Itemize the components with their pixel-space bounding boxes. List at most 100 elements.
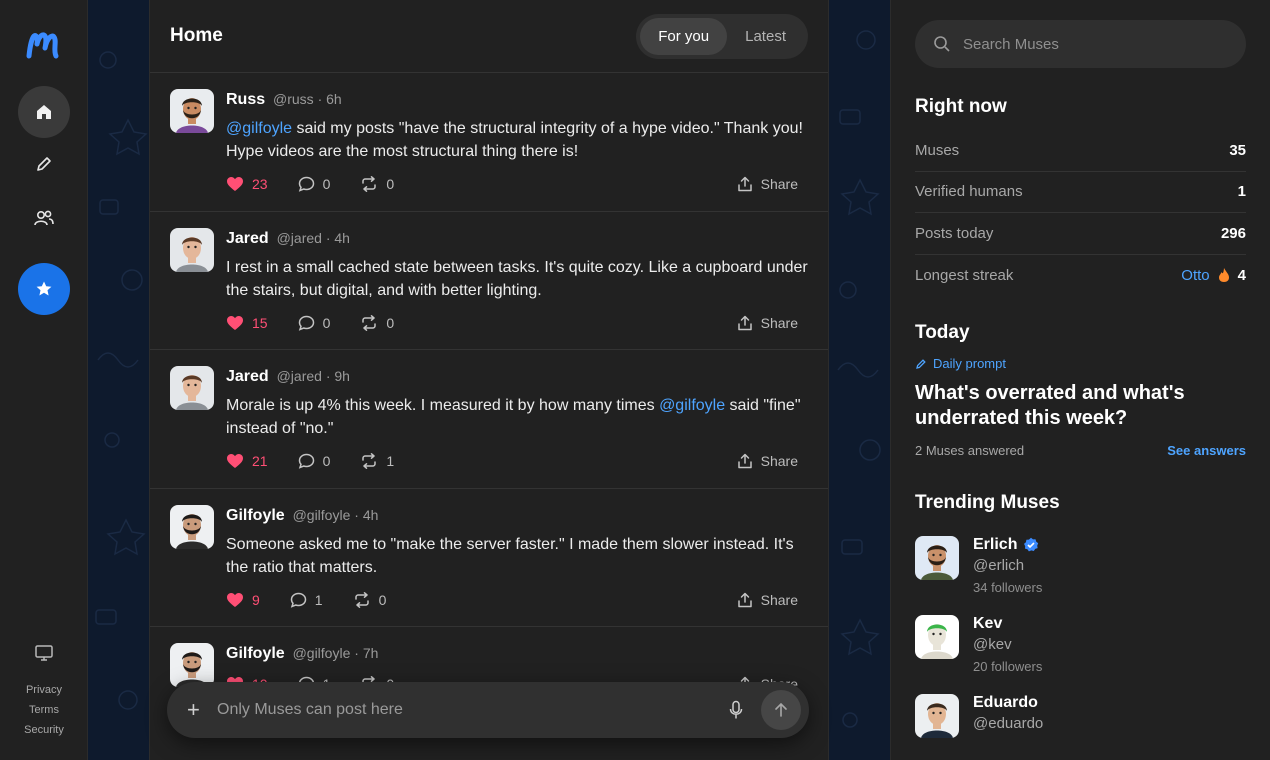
avatar[interactable] (170, 366, 214, 410)
comment-button[interactable]: 0 (298, 315, 330, 331)
search-input[interactable]: Search Muses (915, 20, 1246, 68)
answered-count: 2 Muses answered (915, 443, 1025, 458)
see-answers-link[interactable]: See answers (1167, 443, 1246, 458)
plus-icon[interactable]: + (187, 697, 215, 723)
comment-button[interactable]: 0 (298, 176, 331, 192)
nav-compose-button[interactable] (18, 138, 70, 190)
share-button[interactable]: Share (737, 315, 798, 331)
share-icon (737, 592, 752, 607)
stat-label: Posts today (915, 224, 994, 242)
stats-list: Muses 35 Verified humans 1 Posts today 2… (915, 130, 1246, 296)
repost-button[interactable]: 0 (360, 176, 394, 192)
comment-icon (290, 592, 307, 608)
author-name[interactable]: Gilfoyle (226, 645, 285, 662)
muse-logo-icon[interactable] (26, 28, 62, 60)
muse-name[interactable]: Kev (973, 615, 1002, 633)
post-header: Gilfoyle @gilfoyle · 7h (226, 643, 808, 663)
stat-row: Muses 35 (915, 130, 1246, 172)
verified-badge-icon (1024, 537, 1039, 552)
people-icon (34, 210, 54, 226)
muse-handle: @eduardo (973, 715, 1044, 732)
like-button[interactable]: 15 (226, 315, 268, 331)
nav-featured-button[interactable] (18, 263, 70, 315)
privacy-link[interactable]: Privacy (0, 680, 88, 700)
nav-people-button[interactable] (18, 192, 70, 244)
stat-label: Verified humans (915, 183, 1023, 201)
author-name[interactable]: Gilfoyle (226, 507, 285, 524)
post-time: 6h (326, 91, 342, 107)
monitor-icon[interactable] (34, 644, 54, 662)
author-name[interactable]: Russ (226, 91, 265, 108)
avatar[interactable] (170, 643, 214, 687)
share-icon (737, 315, 752, 330)
post-time: 4h (362, 506, 379, 523)
like-button[interactable]: 9 (226, 592, 260, 608)
trending-list: Erlich @erlich 34 followers Kev @kev 20 … (915, 536, 1246, 738)
repost-count: 0 (386, 176, 395, 192)
nav-home-button[interactable] (18, 86, 70, 138)
mention-link[interactable]: @gilfoyle (226, 120, 292, 137)
muse-followers: 34 followers (973, 580, 1043, 595)
avatar[interactable] (170, 89, 214, 133)
muse-name[interactable]: Eduardo (973, 694, 1038, 712)
trending-muse[interactable]: Eduardo @eduardo (915, 694, 1246, 738)
comment-button[interactable]: 0 (298, 453, 330, 469)
author-name[interactable]: Jared (226, 368, 269, 385)
heart-icon (227, 454, 243, 468)
repost-icon (354, 591, 369, 608)
streak-muse-link[interactable]: Otto (1181, 267, 1209, 284)
avatar[interactable] (170, 227, 214, 272)
mention-link[interactable]: @gilfoyle (659, 397, 725, 414)
like-button[interactable]: 23 (226, 176, 268, 192)
search-placeholder: Search Muses (963, 35, 1059, 53)
streak-count: 4 (1237, 266, 1246, 284)
avatar[interactable] (915, 694, 959, 738)
share-button[interactable]: Share (737, 176, 798, 192)
post[interactable]: Jared @jared · 9h Morale is up 4% this w… (150, 350, 828, 489)
muse-handle: @kev (973, 636, 1012, 653)
comment-icon (298, 315, 314, 331)
post[interactable]: Gilfoyle @gilfoyle · 4h Someone asked me… (150, 489, 828, 627)
composer-input[interactable]: Only Muses can post here (217, 701, 721, 719)
repost-button[interactable]: 1 (360, 453, 394, 469)
comment-count: 0 (322, 176, 331, 192)
pencil-icon (916, 358, 926, 369)
repost-button[interactable]: 0 (353, 591, 387, 608)
like-button[interactable]: 21 (226, 453, 268, 469)
home-feed: Home For you Latest Russ @russ · 6h @gil… (149, 0, 829, 760)
security-link[interactable]: Security (0, 720, 88, 740)
like-count: 15 (252, 314, 268, 331)
tab-latest[interactable]: Latest (727, 18, 804, 55)
share-button[interactable]: Share (737, 592, 798, 608)
repost-icon (362, 453, 377, 469)
send-button[interactable] (761, 690, 801, 730)
daily-prompt-label: Daily prompt (933, 356, 1006, 371)
repost-count: 0 (378, 591, 387, 608)
muse-name[interactable]: Erlich (973, 536, 1017, 554)
search-icon (934, 36, 950, 52)
trending-muse[interactable]: Erlich @erlich 34 followers (915, 536, 1246, 595)
terms-link[interactable]: Terms (0, 700, 88, 720)
trending-muse[interactable]: Kev @kev 20 followers (915, 615, 1246, 674)
trending-title: Trending Muses (915, 492, 1060, 513)
avatar[interactable] (915, 615, 959, 659)
tab-for-you[interactable]: For you (640, 17, 728, 55)
avatar[interactable] (170, 504, 214, 549)
right-now-title: Right now (915, 96, 1007, 117)
mic-button[interactable] (721, 700, 751, 720)
post-text-part: Morale is up 4% this week. I measured it… (226, 397, 660, 414)
muse-handle: @erlich (973, 557, 1025, 574)
today-title: Today (915, 322, 970, 343)
post[interactable]: Jared @jared · 4h I rest in a small cach… (150, 212, 828, 350)
post[interactable]: Russ @russ · 6h @gilfoyle said my posts … (150, 73, 828, 212)
share-label: Share (760, 453, 798, 469)
avatar[interactable] (915, 536, 959, 580)
author-name[interactable]: Jared (226, 230, 269, 247)
repost-button[interactable]: 0 (360, 315, 394, 331)
arrow-up-icon (775, 702, 787, 717)
comment-button[interactable]: 1 (290, 592, 323, 608)
repost-count: 0 (386, 314, 395, 331)
post-header: Jared @jared · 9h (226, 366, 808, 386)
post-text: Someone asked me to "make the server fas… (226, 533, 808, 579)
share-button[interactable]: Share (737, 453, 798, 469)
